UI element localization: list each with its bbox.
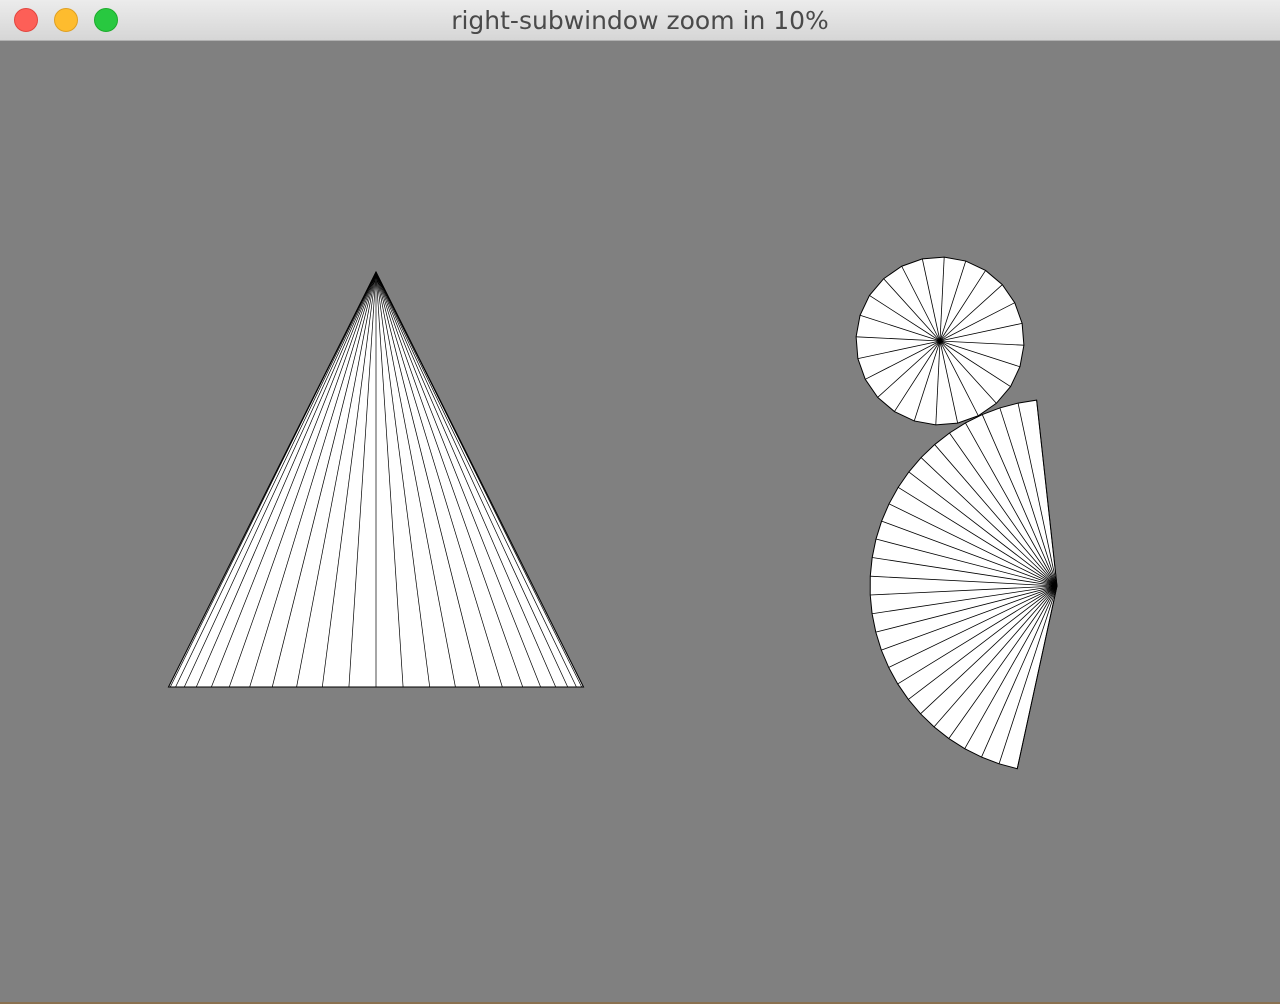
cone-unrolled-sector (869, 399, 1058, 770)
render-canvas[interactable] (0, 42, 1280, 1002)
cone-side-view (167, 270, 585, 688)
cone-base-disc (855, 256, 1025, 426)
app-window: right-subwindow zoom in 10% (0, 0, 1280, 1002)
title-bar[interactable]: right-subwindow zoom in 10% (0, 0, 1280, 41)
window-title: right-subwindow zoom in 10% (451, 6, 829, 35)
